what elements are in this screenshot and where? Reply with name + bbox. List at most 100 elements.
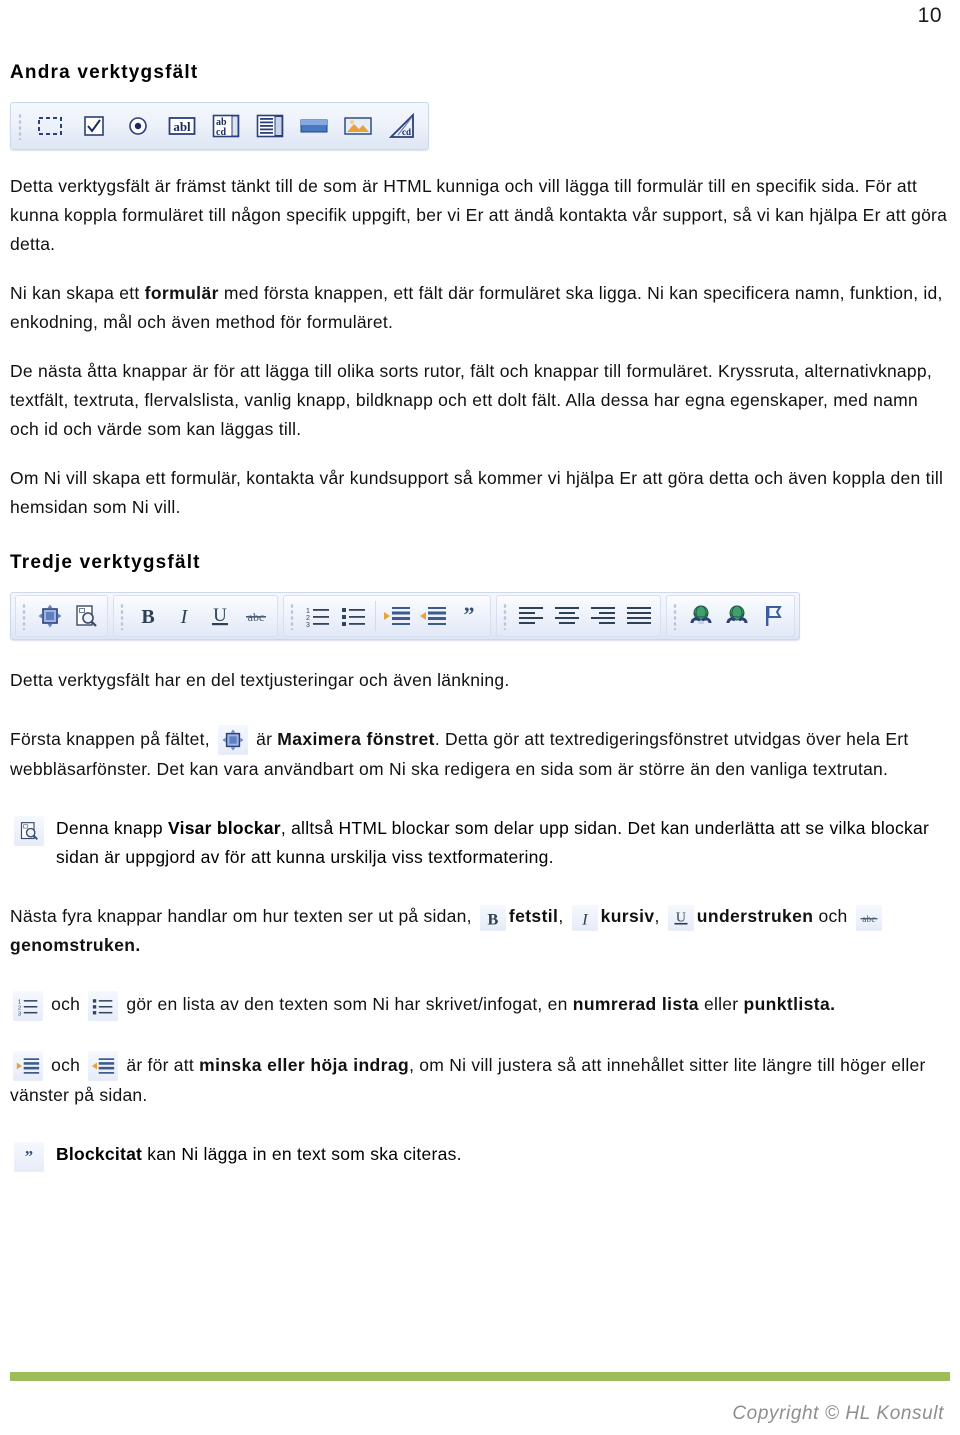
svg-text:U: U xyxy=(213,605,227,626)
toolbar-group-lists[interactable]: 1 2 3 ” xyxy=(283,595,491,637)
bold-icon[interactable]: B xyxy=(131,599,165,633)
heading-andra-verktygsfalt: Andra verktygsfält xyxy=(10,62,199,83)
toolbar-grip-handle[interactable] xyxy=(289,602,296,630)
paragraph-contact-support: Om Ni vill skapa ett formulär, kontakta … xyxy=(10,468,944,517)
toolbar-group-textstyle[interactable]: B I U abc xyxy=(113,595,278,637)
toolbar-grip-handle[interactable] xyxy=(502,602,509,630)
underline-icon[interactable]: U xyxy=(203,599,237,633)
checkbox-icon[interactable] xyxy=(73,109,115,143)
align-center-icon[interactable] xyxy=(550,599,584,633)
align-justify-icon[interactable] xyxy=(622,599,656,633)
p8-part-e: , xyxy=(654,906,665,927)
p9-part-a: och xyxy=(51,994,81,1015)
p9-part-d: eller xyxy=(698,994,744,1015)
page-number: 10 xyxy=(917,4,942,27)
increase-indent-icon[interactable] xyxy=(416,599,450,633)
svg-text:I: I xyxy=(180,606,189,627)
document-page: 10 Andra verktygsfält abl ab cd cd Detta… xyxy=(0,0,960,1435)
toolbar-grip-handle[interactable] xyxy=(119,602,126,630)
numbered-list-icon[interactable]: 1 2 3 xyxy=(13,990,43,1021)
show-blocks-icon[interactable] xyxy=(14,816,44,847)
blockquote-icon[interactable]: ” xyxy=(452,599,486,633)
paragraph-blockquote: ” Blockcitat kan Ni lägga in en text som … xyxy=(10,1140,948,1173)
toolbar-andra-verktygsfalt[interactable]: abl ab cd cd xyxy=(10,102,429,150)
insert-link-icon[interactable] xyxy=(684,599,718,633)
underline-icon[interactable]: U xyxy=(667,904,694,931)
bulleted-list-icon[interactable] xyxy=(337,599,371,633)
hidden-field-icon[interactable]: cd xyxy=(381,109,423,143)
select-list-icon[interactable] xyxy=(249,109,291,143)
p10-bold-indrag: minska eller höja indrag xyxy=(199,1054,410,1075)
p8-part-c: , xyxy=(558,906,569,927)
paragraph-toolbar-description: Detta verktygsfält har en del textjuster… xyxy=(10,670,510,690)
button-icon[interactable] xyxy=(293,109,335,143)
svg-text:3: 3 xyxy=(18,1011,22,1016)
p2-part-a: Ni kan skapa ett xyxy=(10,283,145,303)
svg-text:2: 2 xyxy=(306,615,310,622)
strikethrough-icon[interactable]: abc xyxy=(239,599,273,633)
bold-icon[interactable]: B xyxy=(479,904,506,931)
text-field-icon[interactable]: abl xyxy=(161,109,203,143)
increase-indent-icon[interactable] xyxy=(88,1051,119,1082)
maximize-window-icon[interactable] xyxy=(217,725,248,756)
page-content: Andra verktygsfält abl ab cd cd Detta ve… xyxy=(10,62,948,1189)
paragraph-lists: 1 2 3 och gör en lista av den texten som… xyxy=(10,990,948,1021)
image-button-icon[interactable] xyxy=(337,109,379,143)
p6-bold-maximera: Maximera fönstret xyxy=(277,729,435,749)
numbered-list-icon[interactable]: 1 2 3 xyxy=(301,599,335,633)
radio-button-icon[interactable] xyxy=(117,109,159,143)
toolbar-separator xyxy=(375,601,376,631)
anchor-flag-icon[interactable] xyxy=(756,599,790,633)
toolbar-group-links[interactable] xyxy=(666,595,795,637)
svg-text:”: ” xyxy=(25,1148,34,1166)
p7-bold-visar-blockar: Visar blockar xyxy=(167,818,281,839)
p10-part-b: är för att xyxy=(126,1054,200,1075)
paragraph-indent: och är för att minska eller höja indrag,… xyxy=(10,1051,948,1110)
toolbar-grip-handle[interactable] xyxy=(17,112,24,140)
italic-icon[interactable]: I xyxy=(571,904,598,931)
strikethrough-icon[interactable]: abc xyxy=(855,904,882,931)
svg-text:abl: abl xyxy=(173,119,191,134)
remove-link-icon[interactable] xyxy=(720,599,754,633)
decrease-indent-icon[interactable] xyxy=(13,1051,43,1082)
bulleted-list-icon[interactable] xyxy=(88,990,119,1021)
italic-icon[interactable]: I xyxy=(167,599,201,633)
toolbar-grip-handle[interactable] xyxy=(672,602,679,630)
toolbar-group-align[interactable] xyxy=(496,595,661,637)
p8-bold-genomstruken: genomstruken. xyxy=(10,935,141,956)
decrease-indent-icon[interactable] xyxy=(380,599,414,633)
show-blocks-icon[interactable] xyxy=(69,599,103,633)
textarea-icon[interactable]: ab cd xyxy=(205,109,247,143)
p11-part-b: kan Ni lägga in en text som ska citeras. xyxy=(142,1144,462,1165)
svg-text:3: 3 xyxy=(306,622,310,627)
toolbar-group-window[interactable] xyxy=(15,595,108,637)
paragraph-eight-buttons: De nästa åtta knappar är för att lägga t… xyxy=(10,361,932,439)
footer-divider-bar xyxy=(10,1372,950,1381)
p7-part-a: Denna knapp xyxy=(56,818,168,839)
p8-bold-fetstil: fetstil xyxy=(508,906,559,927)
p2-bold-formular: formulär xyxy=(144,283,219,303)
p8-part-g: och xyxy=(813,906,853,927)
paragraph-text-styles: Nästa fyra knappar handlar om hur texten… xyxy=(10,902,948,960)
p6-part-a: Första knappen på fältet, xyxy=(10,729,215,749)
align-right-icon[interactable] xyxy=(586,599,620,633)
align-left-icon[interactable] xyxy=(514,599,548,633)
paragraph-maximize-window: Första knappen på fältet, är Maximera fö… xyxy=(10,725,948,784)
svg-text:I: I xyxy=(581,910,589,928)
svg-text:B: B xyxy=(141,606,154,627)
p9-bold-punktlista: punktlista. xyxy=(743,994,836,1015)
toolbar-tredje-verktygsfalt[interactable]: B I U abc 1 2 3 ” xyxy=(10,592,800,640)
svg-text:abc: abc xyxy=(862,915,876,925)
form-region-icon[interactable] xyxy=(29,109,71,143)
blockquote-icon[interactable]: ” xyxy=(14,1142,44,1173)
maximize-window-icon[interactable] xyxy=(33,599,67,633)
paragraph-intro-forms: Detta verktygsfält är främst tänkt till … xyxy=(10,176,948,254)
p8-bold-understruken: understruken xyxy=(696,906,814,927)
svg-text:cd: cd xyxy=(402,127,411,137)
svg-text:cd: cd xyxy=(216,127,226,138)
p9-part-b: gör en lista av den texten som Ni har sk… xyxy=(126,994,573,1015)
toolbar-grip-handle[interactable] xyxy=(21,602,28,630)
footer-copyright: Copyright © HL Konsult xyxy=(732,1403,944,1424)
heading-tredje-verktygsfalt: Tredje verktygsfält xyxy=(10,552,201,573)
p10-part-a: och xyxy=(51,1054,81,1075)
